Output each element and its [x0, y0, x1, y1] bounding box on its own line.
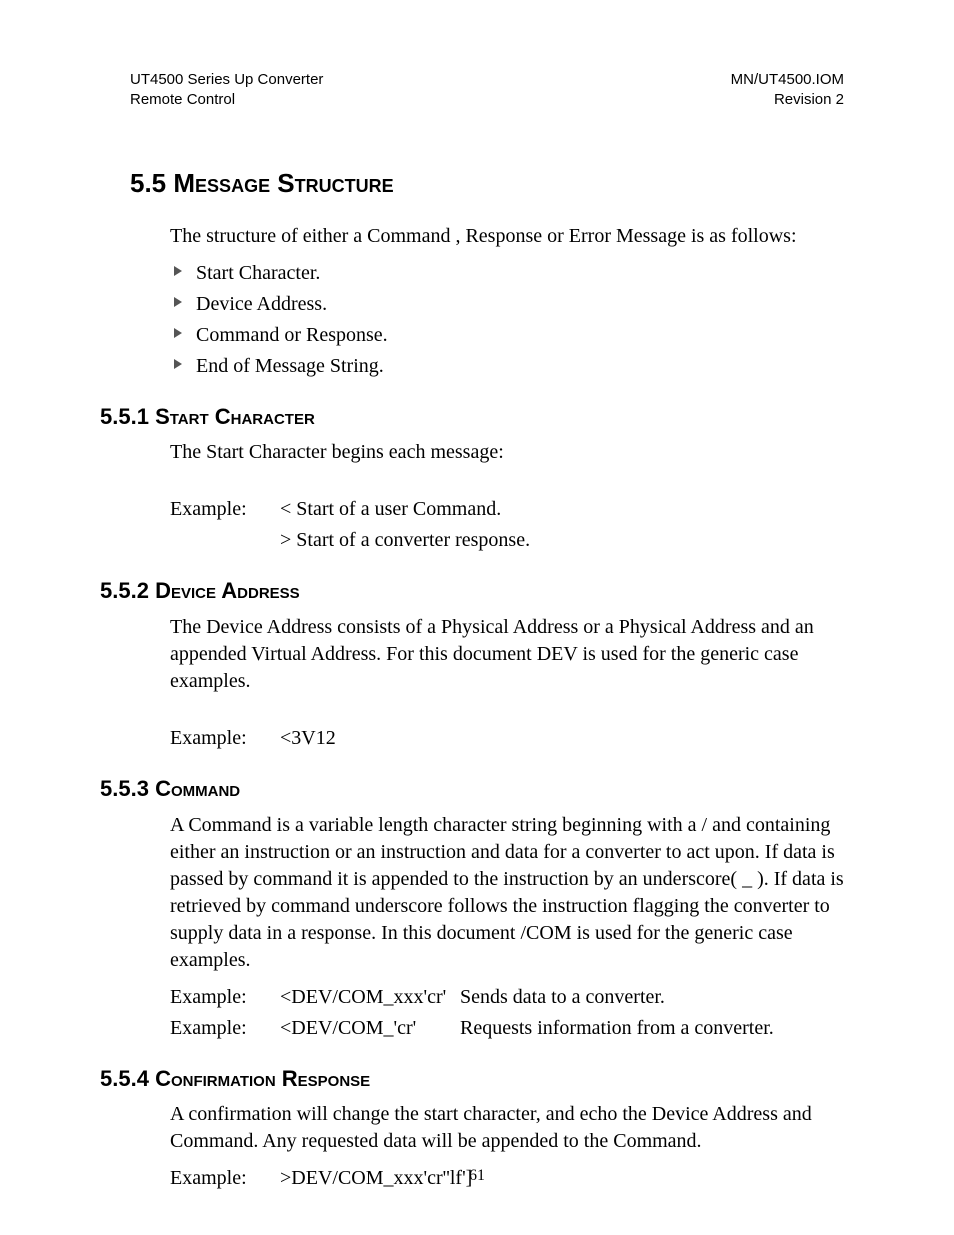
header-right: MN/UT4500.IOM Revision 2: [731, 70, 844, 111]
section-body: The structure of either a Command , Resp…: [170, 223, 844, 380]
example-row: Example: <3V12: [170, 725, 844, 752]
subsection-heading: 5.5.2 Device Address: [100, 576, 844, 606]
header-left-line1: UT4500 Series Up Converter: [130, 70, 323, 90]
example-label: Example:: [170, 725, 280, 752]
list-item-text: Device Address.: [196, 293, 327, 315]
triangle-right-icon: [174, 266, 182, 276]
list-item-text: End of Message String.: [196, 355, 384, 377]
subsection-heading: 5.5.1 Start Character: [100, 402, 844, 432]
paragraph: The Start Character begins each message:: [170, 439, 844, 466]
example-label: Example:: [170, 496, 280, 523]
document-page: UT4500 Series Up Converter Remote Contro…: [0, 0, 954, 1235]
subsection-title: Device Address: [155, 578, 300, 603]
example-value: <3V12: [280, 725, 844, 752]
triangle-right-icon: [174, 359, 182, 369]
page-number: 61: [0, 1165, 954, 1187]
subsection-heading: 5.5.4 Confirmation Response: [100, 1064, 844, 1094]
example-description: Requests information from a converter.: [460, 1015, 844, 1042]
subsection-number: 5.5.2: [100, 578, 149, 603]
list-item-text: Start Character.: [196, 262, 320, 284]
section-title: Message Structure: [173, 168, 393, 198]
example-code: <DEV/COM_xxx'cr': [280, 984, 460, 1011]
header-left-line2: Remote Control: [130, 90, 323, 110]
subsection-title: Start Character: [155, 404, 315, 429]
list-item: Command or Response.: [170, 322, 844, 349]
intro-paragraph: The structure of either a Command , Resp…: [170, 223, 844, 250]
example-code: <DEV/COM_'cr': [280, 1015, 460, 1042]
example-row: Example: <DEV/COM_'cr' Requests informat…: [170, 1015, 844, 1042]
running-header: UT4500 Series Up Converter Remote Contro…: [130, 70, 844, 111]
subsection-number: 5.5.3: [100, 776, 149, 801]
subsection-body: The Device Address consists of a Physica…: [170, 614, 844, 752]
example-text: > Start of a converter response.: [280, 527, 844, 554]
header-right-line2: Revision 2: [731, 90, 844, 110]
structure-list: Start Character. Device Address. Command…: [170, 260, 844, 380]
example-row: > Start of a converter response.: [170, 527, 844, 554]
example-description: Sends data to a converter.: [460, 984, 844, 1011]
subsection-body: A Command is a variable length character…: [170, 812, 844, 1042]
subsection-title: Command: [155, 776, 240, 801]
header-left: UT4500 Series Up Converter Remote Contro…: [130, 70, 323, 111]
subsection-number: 5.5.4: [100, 1066, 149, 1091]
list-item: End of Message String.: [170, 353, 844, 380]
triangle-right-icon: [174, 328, 182, 338]
example-label: Example:: [170, 1015, 280, 1042]
example-row: Example: < Start of a user Command.: [170, 496, 844, 523]
subsection-title: Confirmation Response: [155, 1066, 370, 1091]
example-label-empty: [170, 527, 280, 554]
subsection-heading: 5.5.3 Command: [100, 774, 844, 804]
list-item: Device Address.: [170, 291, 844, 318]
section-number: 5.5: [130, 168, 166, 198]
triangle-right-icon: [174, 297, 182, 307]
paragraph: A confirmation will change the start cha…: [170, 1101, 844, 1155]
section-heading: 5.5 Message Structure: [130, 166, 844, 201]
list-item: Start Character.: [170, 260, 844, 287]
paragraph: The Device Address consists of a Physica…: [170, 614, 844, 695]
subsection-number: 5.5.1: [100, 404, 149, 429]
example-label: Example:: [170, 984, 280, 1011]
paragraph: A Command is a variable length character…: [170, 812, 844, 974]
list-item-text: Command or Response.: [196, 324, 388, 346]
subsection-body: The Start Character begins each message:…: [170, 439, 844, 554]
example-row: Example: <DEV/COM_xxx'cr' Sends data to …: [170, 984, 844, 1011]
example-text: < Start of a user Command.: [280, 496, 844, 523]
header-right-line1: MN/UT4500.IOM: [731, 70, 844, 90]
